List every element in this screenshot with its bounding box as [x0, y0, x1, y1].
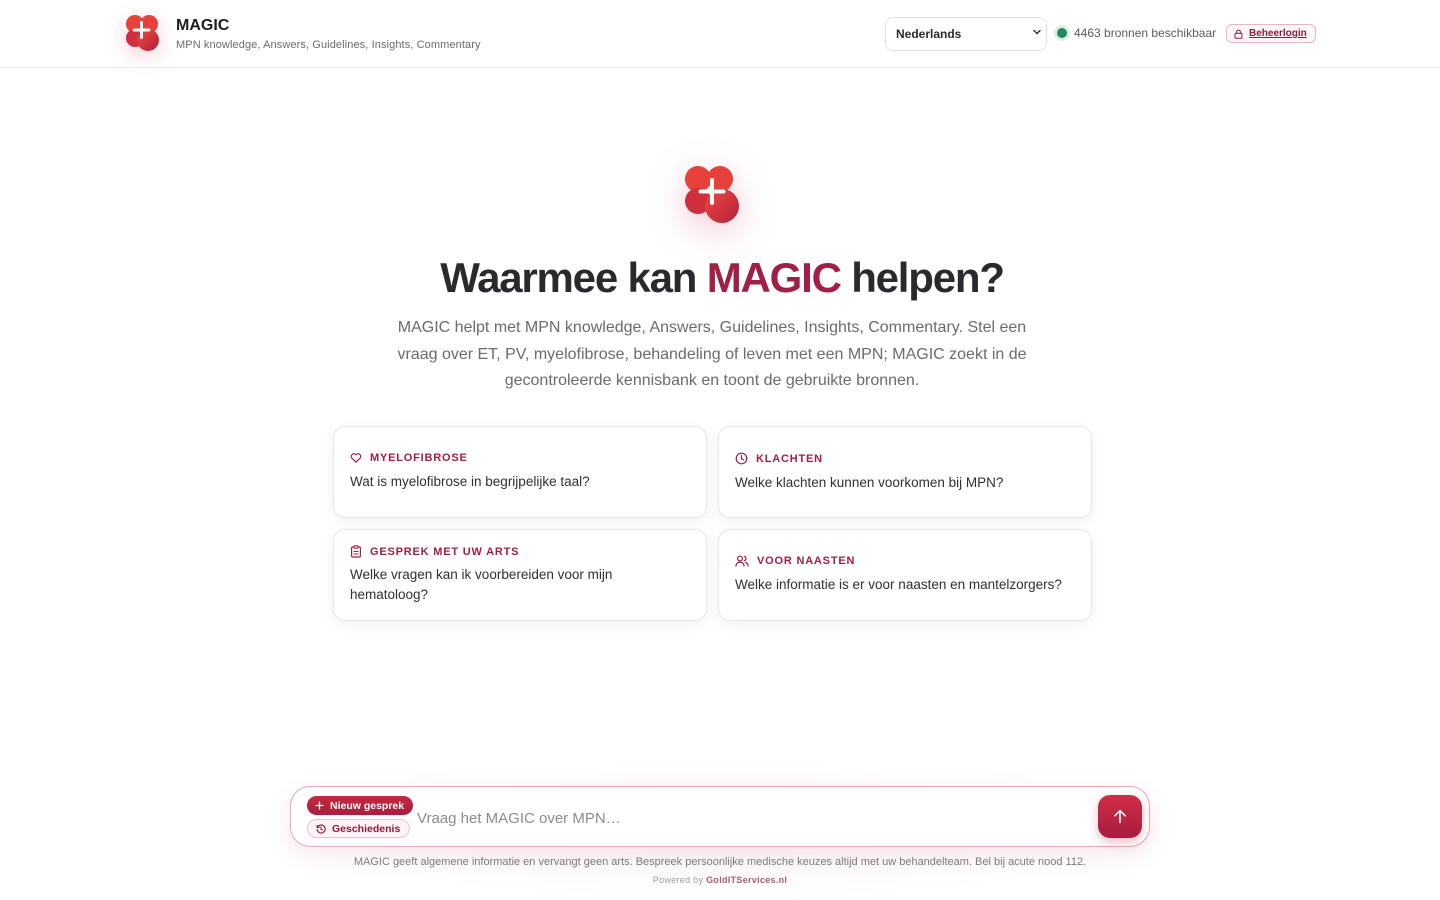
card-question: Welke vragen kan ik voorbereiden voor mi…: [350, 567, 613, 602]
suggestion-card-klachten[interactable]: KLACHTEN Welke klachten kunnen voorkomen…: [718, 426, 1092, 518]
card-question: Wat is myelofibrose in begrijpelijke taa…: [350, 474, 590, 489]
card-tag: VOOR NAASTEN: [757, 555, 856, 567]
language-select[interactable]: Nederlands: [885, 17, 1047, 51]
hero-title-prefix: Waarmee kan: [440, 254, 707, 301]
clock-icon: [735, 452, 748, 465]
card-tag: KLACHTEN: [756, 452, 823, 465]
powered-by: Powered by GoldITServices.nl: [0, 875, 1440, 885]
app-subtitle: MPN knowledge, Answers, Guidelines, Insi…: [176, 38, 481, 51]
history-button[interactable]: Geschiedenis: [307, 819, 411, 838]
new-chat-label: Nieuw gesprek: [330, 799, 405, 812]
send-button[interactable]: [1098, 795, 1142, 838]
chat-input[interactable]: [417, 803, 1087, 833]
powered-by-prefix: Powered by: [652, 875, 707, 885]
history-icon: [316, 823, 326, 833]
sources-status: 4463 bronnen beschikbaar: [1057, 26, 1216, 40]
magic-logo-icon: [126, 15, 159, 51]
admin-login-label: Beheerlogin: [1249, 28, 1307, 39]
hero-title: Waarmee kan MAGIC helpen?: [0, 254, 1440, 302]
hero-title-suffix: helpen?: [840, 254, 1005, 301]
sources-count: 4463 bronnen beschikbaar: [1074, 26, 1217, 40]
plus-icon: [315, 801, 324, 810]
hero-description: MAGIC helpt met MPN knowledge, Answers, …: [397, 319, 1027, 389]
lock-icon: [1234, 29, 1243, 39]
card-tag: MYELOFIBROSE: [370, 452, 468, 464]
users-icon: [735, 555, 749, 567]
chat-composer: Nieuw gesprek Geschiedenis: [290, 786, 1150, 847]
brand[interactable]: MAGIC MPN knowledge, Answers, Guidelines…: [120, 10, 481, 56]
app-title: MAGIC: [176, 16, 230, 34]
heart-icon: [350, 453, 362, 463]
card-tag: GESPREK MET UW ARTS: [370, 545, 520, 558]
suggestion-card-gesprek-met-arts[interactable]: GESPREK MET UW ARTS Welke vragen kan ik …: [333, 529, 707, 621]
admin-login-button[interactable]: Beheerlogin: [1226, 24, 1316, 43]
hero-title-accent: MAGIC: [706, 254, 842, 301]
status-dot-icon: [1057, 28, 1067, 38]
medical-disclaimer: MAGIC geeft algemene informatie en verva…: [353, 856, 1087, 868]
top-bar: MAGIC MPN knowledge, Answers, Guidelines…: [0, 0, 1440, 68]
arrow-up-icon: [1114, 809, 1126, 824]
new-chat-button[interactable]: Nieuw gesprek: [307, 796, 414, 815]
clipboard-icon: [351, 545, 362, 558]
suggestion-card-voor-naasten[interactable]: VOOR NAASTEN Welke informatie is er voor…: [718, 529, 1092, 621]
card-question: Welke klachten kunnen voorkomen bij MPN?: [735, 475, 1004, 490]
powered-by-brand-link[interactable]: GoldITServices.nl: [706, 875, 787, 885]
history-label: Geschiedenis: [332, 822, 401, 835]
card-question: Welke informatie is er voor naasten en m…: [735, 577, 1062, 592]
suggestion-card-myelofibrose[interactable]: MYELOFIBROSE Wat is myelofibrose in begr…: [333, 426, 707, 518]
magic-hero-logo-icon: [685, 166, 739, 223]
